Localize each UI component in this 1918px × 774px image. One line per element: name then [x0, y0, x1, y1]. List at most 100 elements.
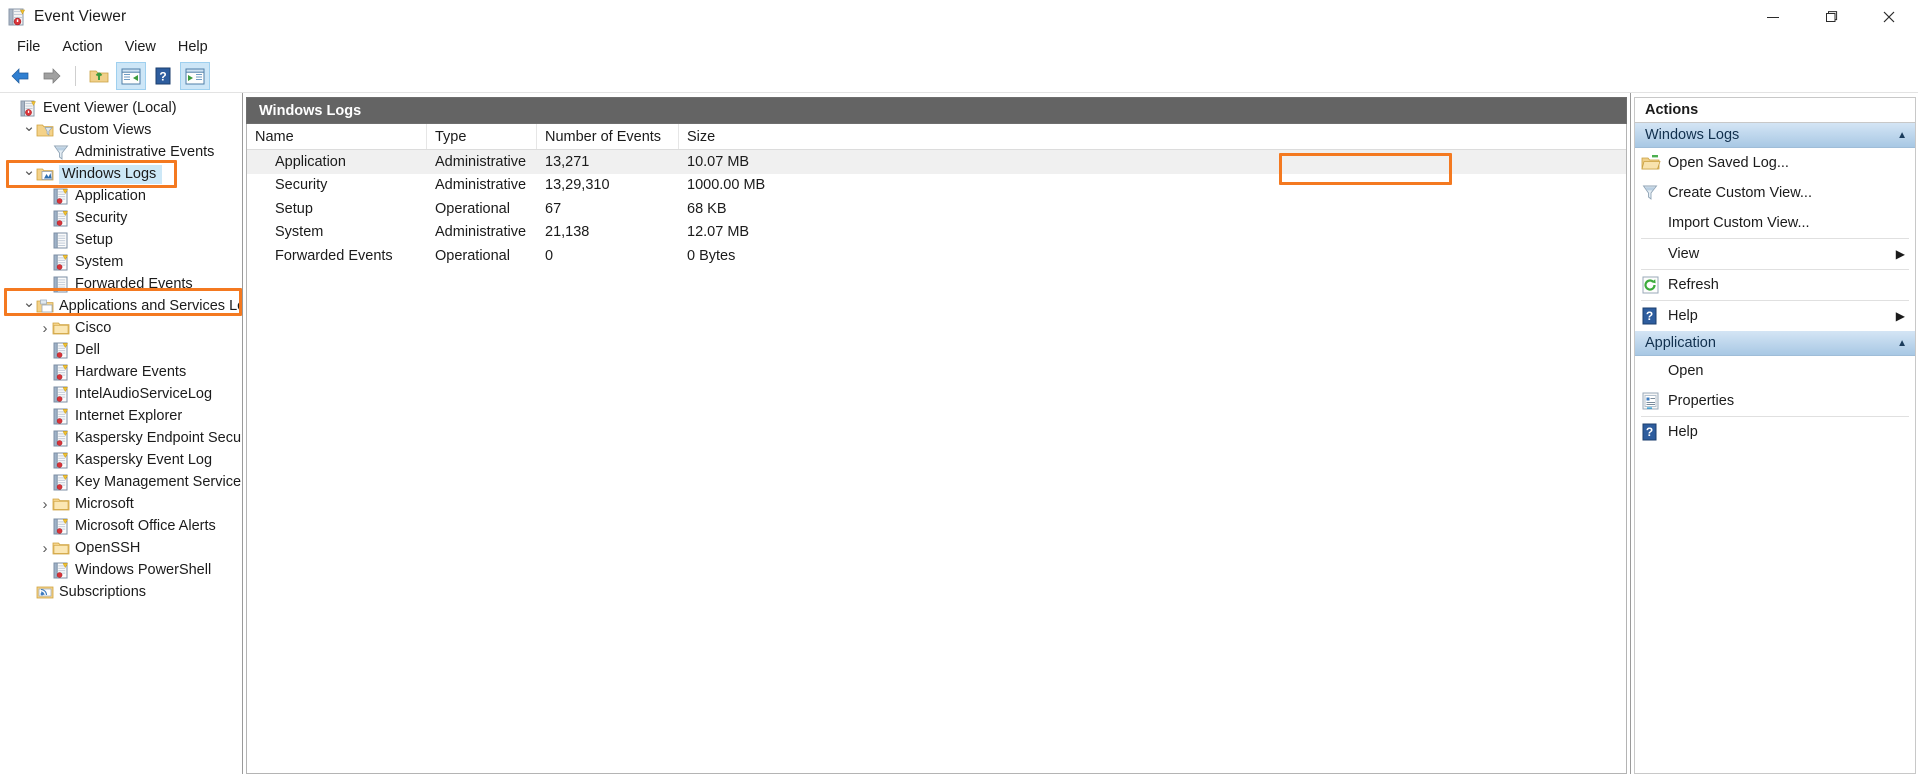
submenu-arrow-icon: ▶: [1895, 247, 1905, 261]
forward-button[interactable]: [37, 62, 67, 90]
tree-item-security[interactable]: Security: [0, 207, 242, 229]
results-pane: Windows Logs Name Type Number of Events …: [243, 93, 1630, 774]
console-tree-pane[interactable]: Event Viewer (Local) Custom Views Admini…: [0, 93, 243, 774]
chevron-down-icon[interactable]: [22, 123, 36, 138]
table-row[interactable]: Security Administrative 13,29,310 1000.00 M…: [247, 174, 1626, 198]
chevron-right-icon[interactable]: [38, 497, 52, 512]
actions-group-header-application[interactable]: Application ▲: [1635, 331, 1915, 356]
action-item-import-custom-view[interactable]: Import Custom View...: [1635, 208, 1915, 238]
tree-item-label: Cisco: [75, 320, 112, 336]
tree-item-label: Subscriptions: [59, 584, 147, 600]
event-log-icon: [52, 430, 70, 447]
back-button[interactable]: [5, 62, 35, 90]
tree-item-label: Administrative Events: [75, 144, 215, 160]
column-header-number-of-events[interactable]: Number of Events: [537, 124, 679, 149]
tree-item-key-management-service[interactable]: Key Management Service: [0, 471, 242, 493]
tree-item-label: IntelAudioServiceLog: [75, 386, 213, 402]
show-hide-console-tree-button[interactable]: [116, 62, 146, 90]
table-row[interactable]: System Administrative 21,138 12.07 MB: [247, 221, 1626, 245]
column-header-size[interactable]: Size: [679, 124, 1626, 149]
tree-item-event-viewer-local[interactable]: Event Viewer (Local): [0, 97, 242, 119]
table-row[interactable]: Forwarded Events Operational 0 0 Bytes: [247, 244, 1626, 268]
action-icon-placeholder: [1641, 245, 1662, 263]
show-hide-action-pane-button[interactable]: [180, 62, 210, 90]
main-body: Event Viewer (Local) Custom Views Admini…: [0, 93, 1918, 774]
tree-item-label: Security: [75, 210, 128, 226]
column-header-name[interactable]: Name: [247, 124, 427, 149]
chevron-down-icon[interactable]: [22, 167, 36, 182]
tree-item-windows-powershell[interactable]: Windows PowerShell: [0, 559, 242, 581]
tree-item-applications-and-services-logs[interactable]: Applications and Services Logs: [0, 295, 242, 317]
tree-item-label: System: [75, 254, 124, 270]
log-name-cell: Security: [275, 177, 328, 194]
question-mark-icon: ?: [1641, 307, 1662, 325]
action-item-view[interactable]: View ▶: [1635, 239, 1915, 269]
menu-view[interactable]: View: [114, 37, 167, 57]
tree-item-label: Kaspersky Event Log: [75, 452, 213, 468]
collapse-caret-icon[interactable]: ▲: [1897, 338, 1907, 349]
logs-list[interactable]: Name Type Number of Events Size Applicat…: [246, 124, 1627, 774]
svg-text:?: ?: [1646, 309, 1653, 323]
action-item-open[interactable]: Open: [1635, 356, 1915, 386]
action-item-label: Import Custom View...: [1668, 215, 1810, 231]
action-item-help[interactable]: ? Help: [1635, 417, 1915, 447]
tree-item-internet-explorer[interactable]: Internet Explorer: [0, 405, 242, 427]
action-item-properties[interactable]: Properties: [1635, 386, 1915, 416]
tree-item-application[interactable]: Application: [0, 185, 242, 207]
tree-item-label: Setup: [75, 232, 113, 248]
chevron-down-icon[interactable]: [22, 299, 36, 314]
action-icon-placeholder: [1641, 214, 1662, 232]
action-icon-placeholder: [1641, 362, 1662, 380]
menu-action[interactable]: Action: [51, 37, 113, 57]
action-item-refresh[interactable]: Refresh: [1635, 270, 1915, 300]
chevron-right-icon[interactable]: [38, 541, 52, 556]
tree-item-hardware-events[interactable]: Hardware Events: [0, 361, 242, 383]
close-button[interactable]: [1860, 0, 1918, 34]
plain-log-icon: [52, 232, 70, 249]
maximize-button[interactable]: [1802, 0, 1860, 34]
tree-item-microsoft-office-alerts[interactable]: Microsoft Office Alerts: [0, 515, 242, 537]
tree-item-microsoft[interactable]: Microsoft: [0, 493, 242, 515]
log-name-cell: Setup: [275, 200, 313, 217]
action-item-label: Open: [1668, 363, 1704, 379]
tree-item-label: Kaspersky Endpoint Security: [75, 430, 243, 446]
tree-item-dell[interactable]: Dell: [0, 339, 242, 361]
collapse-caret-icon[interactable]: ▲: [1897, 130, 1907, 141]
actions-group-header-windows-logs[interactable]: Windows Logs ▲: [1635, 123, 1915, 148]
tree-item-subscriptions[interactable]: Subscriptions: [0, 581, 242, 603]
chevron-right-icon[interactable]: [38, 321, 52, 336]
up-one-level-button[interactable]: [84, 62, 114, 90]
tree-item-label: Application: [75, 188, 146, 204]
event-log-icon: [52, 364, 70, 381]
table-row[interactable]: Application Administrative 13,271 10.07 MB: [247, 150, 1626, 174]
action-item-label: Help: [1668, 424, 1698, 440]
tree-item-label: Custom Views: [59, 122, 152, 138]
action-item-open-saved-log[interactable]: Open Saved Log...: [1635, 148, 1915, 178]
minimize-button[interactable]: [1744, 0, 1802, 34]
tree-item-setup[interactable]: Setup: [0, 229, 242, 251]
tree-item-label: Dell: [75, 342, 100, 358]
table-row[interactable]: Setup Operational 67 68 KB: [247, 197, 1626, 221]
log-type-cell: Operational: [435, 247, 510, 264]
tree-item-kaspersky-event-log[interactable]: Kaspersky Event Log: [0, 449, 242, 471]
tree-item-kaspersky-endpoint-security[interactable]: Kaspersky Endpoint Security: [0, 427, 242, 449]
column-header-type[interactable]: Type: [427, 124, 537, 149]
tree-item-custom-views[interactable]: Custom Views: [0, 119, 242, 141]
svg-text:?: ?: [1646, 425, 1653, 439]
help-button[interactable]: ?: [148, 62, 178, 90]
tree-item-openssh[interactable]: OpenSSH: [0, 537, 242, 559]
event-log-icon: [52, 342, 70, 359]
action-item-create-custom-view[interactable]: Create Custom View...: [1635, 178, 1915, 208]
tree-item-intelaudioservicelog[interactable]: IntelAudioServiceLog: [0, 383, 242, 405]
tree-item-windows-logs[interactable]: Windows Logs: [0, 163, 242, 185]
menu-file[interactable]: File: [6, 37, 51, 57]
tree-item-administrative-events[interactable]: Administrative Events: [0, 141, 242, 163]
action-item-help[interactable]: ? Help ▶: [1635, 301, 1915, 331]
tree-item-forwarded-events[interactable]: Forwarded Events: [0, 273, 242, 295]
log-type-cell: Administrative: [435, 224, 527, 241]
menu-help[interactable]: Help: [167, 37, 219, 57]
question-mark-icon: ?: [1641, 423, 1662, 441]
tree-item-system[interactable]: System: [0, 251, 242, 273]
tree-item-cisco[interactable]: Cisco: [0, 317, 242, 339]
log-type-cell: Administrative: [435, 177, 527, 194]
